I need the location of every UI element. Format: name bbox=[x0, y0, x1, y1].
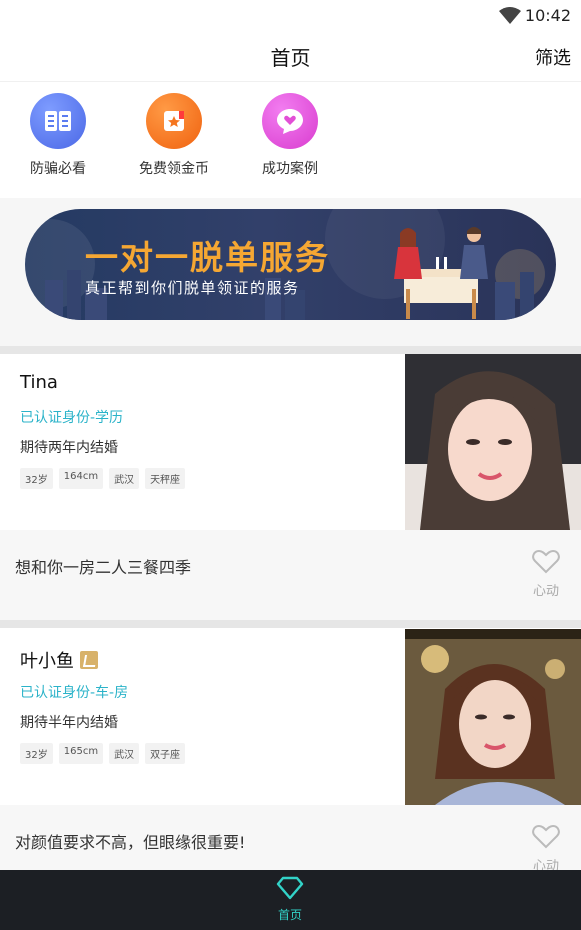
page-title: 首页 bbox=[270, 46, 311, 70]
tag-city: 武汉 bbox=[109, 468, 140, 489]
quick-link-label: 防骗必看 bbox=[30, 161, 86, 177]
like-button[interactable]: 心动 bbox=[531, 824, 561, 870]
verified-status: 已认证身份-学历 bbox=[20, 410, 124, 426]
like-label: 心动 bbox=[532, 859, 559, 870]
verified-status: 已认证身份-车-房 bbox=[20, 685, 129, 701]
like-button[interactable]: 心动 bbox=[531, 549, 561, 599]
profile-photo[interactable] bbox=[405, 354, 581, 530]
quick-link-free-coins[interactable]: 免费领金币 bbox=[119, 93, 229, 178]
profile-card[interactable]: 叶小鱼 已认证身份-车-房 期待半年内结婚 32岁 165cm 武汉 双子座 对… bbox=[0, 629, 581, 870]
section-divider bbox=[0, 346, 581, 354]
profile-name: Tina bbox=[20, 372, 58, 393]
profile-info: Tina 已认证身份-学历 期待两年内结婚 32岁 164cm 武汉 天秤座 bbox=[0, 354, 405, 530]
banner-headline: 一对一脱单服务 bbox=[85, 238, 330, 277]
nav-home[interactable]: 首页 bbox=[260, 876, 320, 923]
profile-card[interactable]: Tina 已认证身份-学历 期待两年内结婚 32岁 164cm 武汉 天秤座 想… bbox=[0, 354, 581, 620]
profile-name: 叶小鱼 bbox=[20, 647, 98, 673]
heart-icon bbox=[532, 824, 560, 849]
wifi-icon bbox=[499, 7, 521, 29]
book-icon bbox=[30, 93, 86, 149]
tag-zodiac: 天秤座 bbox=[145, 468, 186, 489]
filter-button[interactable]: 筛选 bbox=[535, 44, 571, 70]
diamond-icon bbox=[276, 876, 304, 900]
promo-banner[interactable]: 一对一脱单服务 真正帮到你们脱单领证的服务 bbox=[25, 209, 556, 320]
marriage-expectation: 期待两年内结婚 bbox=[20, 440, 118, 456]
tag-age: 32岁 bbox=[20, 468, 53, 489]
like-label: 心动 bbox=[532, 584, 559, 599]
marriage-expectation: 期待半年内结婚 bbox=[20, 715, 118, 731]
quick-link-label: 免费领金币 bbox=[139, 161, 209, 177]
section-divider bbox=[0, 620, 581, 628]
profile-quote: 对颜值要求不高，但眼缘很重要! bbox=[15, 833, 246, 852]
tag-city: 武汉 bbox=[109, 743, 140, 764]
quick-link-success-cases[interactable]: 成功案例 bbox=[235, 93, 345, 178]
banner-subtitle: 真正帮到你们脱单领证的服务 bbox=[85, 279, 300, 297]
status-time: 10:42 bbox=[524, 6, 571, 25]
heart-chat-icon bbox=[262, 93, 318, 149]
profile-tags: 32岁 165cm 武汉 双子座 bbox=[20, 743, 186, 764]
quick-link-anti-fraud[interactable]: 防骗必看 bbox=[3, 93, 113, 178]
gift-icon bbox=[146, 93, 202, 149]
tag-zodiac: 双子座 bbox=[145, 743, 186, 764]
nav-home-label: 首页 bbox=[277, 908, 302, 922]
tag-height: 165cm bbox=[58, 743, 104, 764]
tag-age: 32岁 bbox=[20, 743, 53, 764]
profile-photo[interactable] bbox=[405, 629, 581, 805]
header: 首页 筛选 bbox=[0, 32, 581, 82]
profile-tags: 32岁 164cm 武汉 天秤座 bbox=[20, 468, 186, 489]
profile-quote: 想和你一房二人三餐四季 bbox=[15, 558, 192, 577]
dining-couple-illustration bbox=[394, 227, 488, 319]
tag-height: 164cm bbox=[58, 468, 104, 489]
status-bar: 10:42 bbox=[0, 0, 581, 32]
profile-quote-row: 对颜值要求不高，但眼缘很重要! 心动 bbox=[0, 805, 581, 870]
banner-area: 一对一脱单服务 真正帮到你们脱单领证的服务 bbox=[0, 198, 581, 346]
vip-badge-icon bbox=[80, 651, 98, 669]
heart-icon bbox=[532, 549, 560, 574]
quick-links: 防骗必看 免费领金币 成功案例 bbox=[0, 83, 581, 198]
profile-info: 叶小鱼 已认证身份-车-房 期待半年内结婚 32岁 165cm 武汉 双子座 bbox=[0, 629, 405, 805]
profile-quote-row: 想和你一房二人三餐四季 心动 bbox=[0, 530, 581, 620]
bottom-nav: 首页 bbox=[0, 870, 581, 930]
quick-link-label: 成功案例 bbox=[262, 161, 318, 177]
